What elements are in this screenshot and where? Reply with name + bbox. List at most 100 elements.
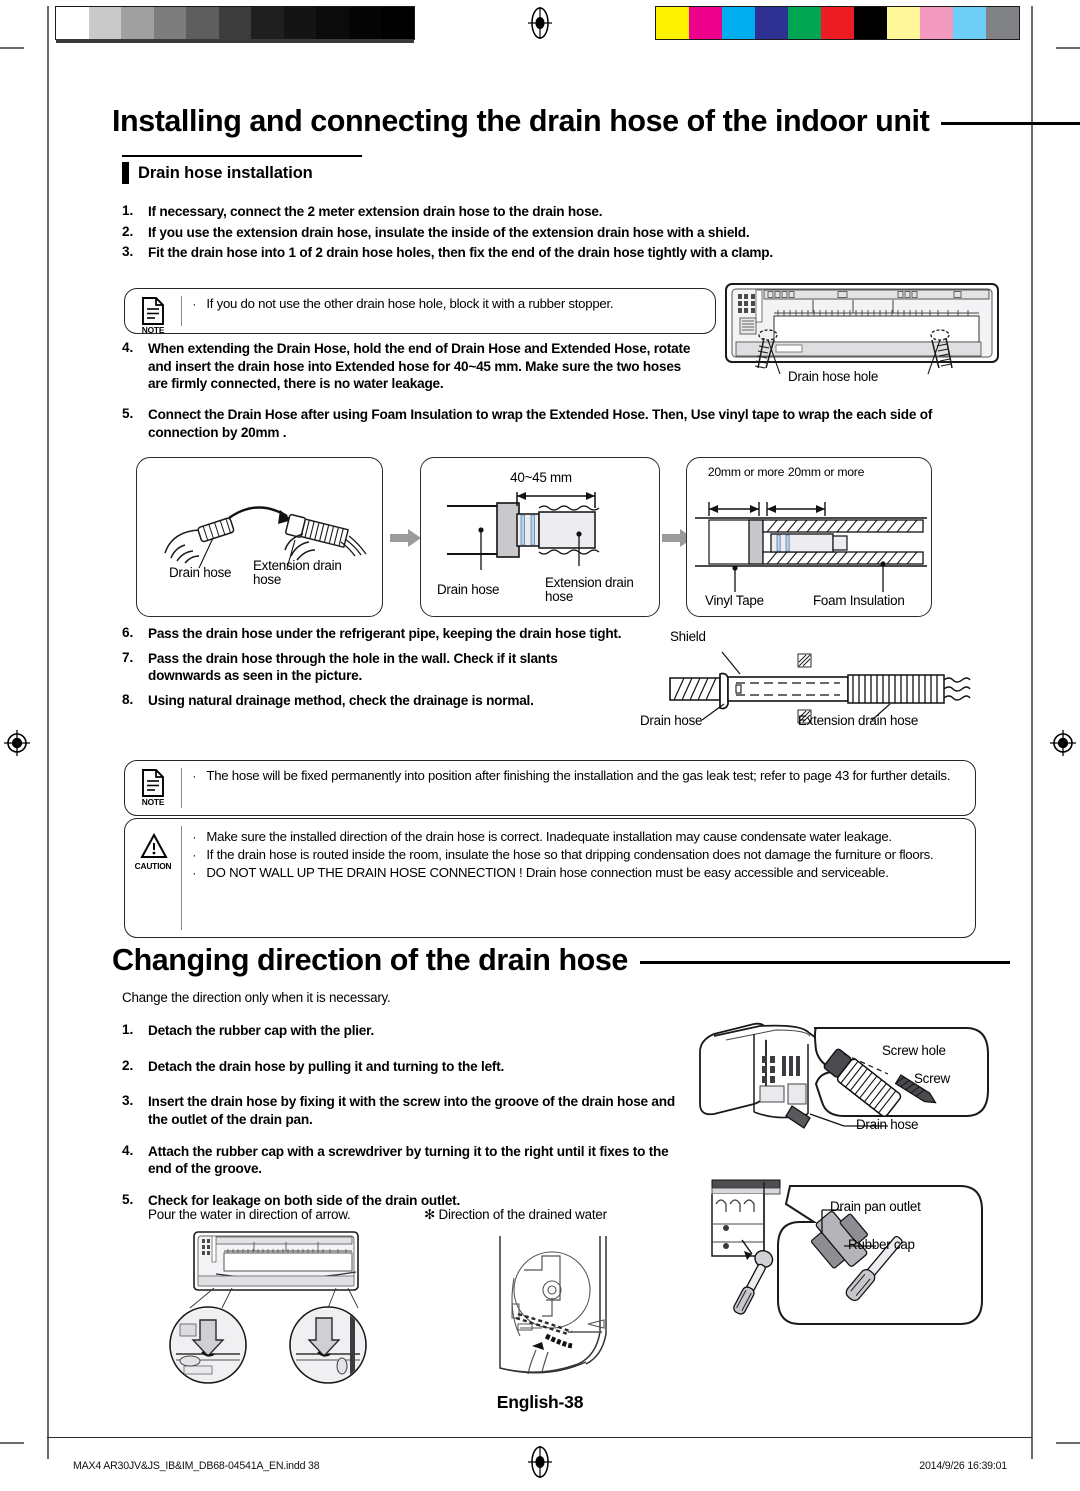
step-text: Pass the drain hose under the refrigeran… [148, 626, 622, 641]
steps-group-1-3: 1. If necessary, connect the 2 meter ext… [122, 203, 862, 265]
step-number: 2. [122, 223, 134, 239]
step-number: 1. [122, 203, 134, 218]
bullet-icon: · [192, 830, 197, 844]
note-badge: NOTE [125, 761, 181, 806]
shield-label: Shield [670, 629, 706, 644]
section1-subheading: Drain hose installation [122, 155, 362, 191]
list-item: 1. If necessary, connect the 2 meter ext… [122, 203, 862, 221]
bullet-item: · DO NOT WALL UP THE DRAIN HOSE CONNECTI… [192, 865, 963, 882]
step-text: When extending the Drain Hose, hold the … [148, 341, 691, 392]
section2-intro: Change the direction only when it is nec… [122, 990, 391, 1005]
section2-title: Changing direction of the drain hose [112, 943, 628, 977]
crop-line-top-right [1056, 47, 1080, 49]
drain-pan-outlet-label: Drain pan outlet [830, 1199, 921, 1214]
step-text: Insert the drain hose by fixing it with … [148, 1094, 675, 1128]
gray-swatch-4 [251, 7, 284, 39]
step-text: Attach the rubber cap with a screwdriver… [148, 1143, 669, 1177]
subheading-marker-icon [122, 162, 129, 184]
list-item: 4. When extending the Drain Hose, hold t… [122, 340, 702, 393]
diagram-panel-insulation: 20mm or more 20mm or more Vinyl Tape Foa… [686, 457, 932, 617]
bullet-item: · If you do not use the other drain hose… [192, 296, 703, 313]
drain-hose-hole-label: Drain hose hole [788, 369, 879, 384]
subheading-rule [122, 155, 362, 158]
bullet-icon: · [192, 866, 197, 881]
footer-timestamp: 2014/9/26 16:39:01 [919, 1460, 1007, 1472]
registration-mark-right [1050, 730, 1076, 756]
screw-label: Screw [914, 1071, 950, 1086]
bullet-icon: · [192, 848, 197, 863]
step-number: 3. [122, 244, 134, 260]
gray-swatch-0 [381, 7, 415, 39]
registration-mark-left [4, 730, 30, 756]
color-swatch-5 [821, 7, 854, 39]
list-item: 2. If you use the extension drain hose, … [122, 224, 862, 242]
drained-water-diagram [490, 1232, 650, 1382]
color-swatch-7 [887, 7, 920, 39]
footer-rule [47, 1437, 1032, 1439]
screw-hole-label: Screw hole [882, 1043, 946, 1058]
registration-mark-bottom-center [527, 1446, 553, 1478]
rubber-cap-label: Rubber cap [848, 1237, 915, 1252]
manual-page: Installing and connecting the drain hose… [0, 0, 1080, 1491]
note-body: · The hose will be fixed permanently int… [182, 761, 975, 792]
list-item: 5. Connect the Drain Hose after using Fo… [122, 406, 962, 441]
note-box-2: NOTE · The hose will be fixed permanentl… [124, 760, 976, 816]
step-number: 5. [122, 406, 134, 421]
step-text: Connect the Drain Hose after using Foam … [148, 407, 933, 440]
gray-swatch-1 [348, 7, 382, 39]
screw-hole-diagram: Screw hole Screw Drain hose [692, 1022, 992, 1150]
step-text: If necessary, connect the 2 meter extens… [148, 204, 603, 219]
step-number: 4. [122, 340, 134, 355]
section2-title-rule [639, 960, 1010, 964]
shield-diagram: Shield Drain hose Extension drain hose [640, 629, 971, 735]
step-text: Detach the rubber cap with the plier. [148, 1023, 375, 1038]
crop-line-bottom-right [1056, 1442, 1080, 1444]
drain-hose-label-right: Drain hose [856, 1117, 919, 1132]
list-item: 3. Fit the drain hose into 1 of 2 drain … [122, 244, 862, 262]
grayscale-calibration-bar [55, 6, 415, 43]
caution-badge: CAUTION [125, 819, 181, 870]
gray-swatch-3 [283, 7, 317, 39]
bullet-text: If you do not use the other drain hose h… [206, 296, 614, 311]
panel1-label-drain-hose: Drain hose [169, 565, 232, 580]
steps-group-6-8: 6. Pass the drain hose under the refrige… [122, 625, 632, 715]
page-title: Installing and connecting the drain hose… [112, 104, 930, 138]
caution-box: CAUTION · Make sure the installed direct… [124, 818, 976, 938]
gray-swatch-6 [186, 7, 219, 39]
bullet-item: · The hose will be fixed permanently int… [192, 768, 963, 785]
color-swatch-1 [689, 7, 722, 39]
color-swatch-3 [755, 7, 788, 39]
panel3-dim-right-text: 20mm or more [787, 465, 865, 479]
panel2-label-drain-hose: Drain hose [437, 582, 500, 597]
caution-body: · Make sure the installed direction of t… [182, 819, 975, 889]
diagram-panel-hose-join: Drain hose Extension drain hose [136, 457, 383, 617]
panel2-label-extension: Extension drain hose [545, 576, 649, 604]
page-number: English-38 [496, 1392, 584, 1412]
bullet-text: DO NOT WALL UP THE DRAIN HOSE CONNECTION… [206, 865, 889, 881]
diagram-panel-insertion-depth: 40~45 mm Drain hose Extension drain hose [420, 457, 660, 617]
color-swatch-2 [722, 7, 755, 39]
list-item: 1. Detach the rubber cap with the plier. [122, 1022, 682, 1040]
warning-triangle-icon [140, 832, 168, 861]
panel3-dim-left: 20mm or more [707, 466, 785, 479]
steps-group-4-5: 4. When extending the Drain Hose, hold t… [122, 340, 702, 401]
list-item: 2. Detach the drain hose by pulling it a… [122, 1058, 682, 1076]
crop-line-bottom-left [0, 1442, 24, 1444]
subheading-label: Drain hose installation [138, 163, 313, 182]
note-box-1: NOTE · If you do not use the other drain… [124, 288, 716, 334]
pour-water-note: Pour the water in direction of arrow. [148, 1207, 351, 1222]
note-badge: NOTE [125, 289, 181, 334]
step-number: 5. [122, 1192, 134, 1208]
step-text: Using natural drainage method, check the… [148, 693, 534, 709]
color-swatch-6 [854, 7, 887, 39]
gray-swatch-7 [153, 7, 187, 39]
shield-label-extension-drain-hose: Extension drain hose [798, 713, 919, 728]
drained-water-direction-note: ✻ Direction of the drained water [424, 1207, 607, 1222]
bullet-text: The hose will be fixed permanently into … [206, 768, 951, 783]
subheading-row: Drain hose installation [122, 162, 313, 184]
bullet-text: If the drain hose is routed inside the r… [206, 847, 934, 863]
step-number: 4. [122, 1142, 134, 1158]
list-item: 4. Attach the rubber cap with a screwdri… [122, 1143, 682, 1178]
crop-line-right-vert [1031, 6, 1033, 1459]
step-number: 1. [122, 1022, 134, 1037]
